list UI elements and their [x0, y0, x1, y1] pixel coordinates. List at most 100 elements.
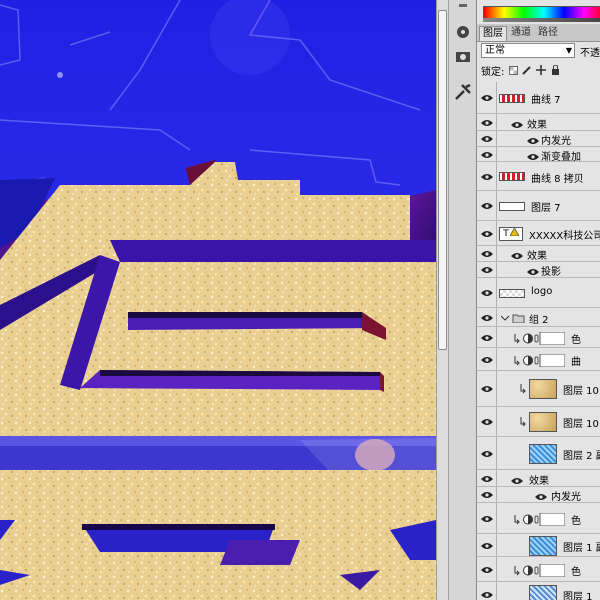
grip-icon [459, 4, 467, 7]
adjustment-layer-row[interactable]: 色 [477, 327, 600, 348]
layer-thumbnail [529, 536, 557, 556]
layer-name: 色 [571, 335, 581, 346]
effect-row[interactable]: 渐变叠加 [477, 147, 600, 163]
eye-icon[interactable] [481, 314, 495, 324]
effect-row[interactable]: 效果 [477, 114, 600, 131]
folder-icon[interactable] [500, 313, 525, 326]
layer-name: 效果 [527, 120, 547, 131]
document-canvas[interactable] [0, 0, 436, 600]
lock-position-icon[interactable] [536, 65, 547, 75]
eye-icon[interactable] [481, 418, 495, 428]
eye-icon[interactable] [481, 491, 495, 501]
layer-row[interactable]: 图层 2 副本 [477, 437, 600, 470]
layer-row[interactable]: 图层 10 [477, 407, 600, 437]
layer-row[interactable]: 图层 1 副本 [477, 534, 600, 557]
effect-row[interactable]: 效果 [477, 470, 600, 487]
eye-icon[interactable] [481, 289, 495, 299]
panel-tabs: 图层 通道 路径 [477, 24, 600, 42]
adjustment-layer-icon [513, 331, 566, 348]
eye-icon[interactable] [511, 475, 523, 485]
layer-thumbnail [499, 94, 525, 103]
layer-row[interactable]: T XXXXX科技公司20 [477, 221, 600, 246]
eye-icon[interactable] [481, 475, 495, 485]
layer-name: 渐变叠加 [541, 152, 581, 163]
histogram-panel-button[interactable] [453, 22, 473, 42]
eye-icon[interactable] [481, 173, 495, 183]
eye-icon[interactable] [481, 202, 495, 212]
layer-thumbnail [529, 585, 557, 600]
layer-row[interactable]: logo [477, 278, 600, 308]
layer-thumbnail [529, 379, 557, 399]
layer-row[interactable]: 图层 10 副 [477, 371, 600, 407]
tool-presets-button[interactable] [453, 82, 473, 102]
eye-icon[interactable] [481, 515, 495, 525]
layer-row[interactable]: 图层 1 [477, 582, 600, 600]
lock-image-pixels-icon[interactable] [522, 65, 532, 75]
eye-icon[interactable] [535, 491, 547, 501]
eye-icon[interactable] [481, 119, 495, 129]
adjustment-layer-row[interactable]: 曲 [477, 348, 600, 371]
layer-group-row[interactable]: 组 2 [477, 308, 600, 327]
layer-row[interactable]: 曲线 7 [477, 82, 600, 114]
artwork [0, 0, 436, 600]
effect-row[interactable]: 投影 [477, 262, 600, 278]
color-ramp-shade [483, 18, 600, 22]
layer-name: 效果 [527, 251, 547, 262]
effect-row[interactable]: 效果 [477, 246, 600, 262]
eye-icon[interactable] [481, 566, 495, 576]
effect-row[interactable]: 内发光 [477, 487, 600, 503]
eye-icon[interactable] [511, 250, 523, 260]
layer-name: 内发光 [551, 492, 581, 503]
layer-name: 色 [571, 567, 581, 578]
clipping-arrow-icon [519, 417, 527, 430]
tab-channels[interactable]: 通道 [508, 26, 534, 40]
lock-transparent-pixels-icon[interactable] [508, 65, 518, 75]
adjustment-layer-row[interactable]: 色 [477, 557, 600, 582]
tools-icon [455, 83, 471, 100]
opacity-label: 不透 [580, 48, 600, 59]
eye-icon[interactable] [527, 135, 539, 145]
lock-label: 锁定: [481, 66, 505, 78]
layer-name: XXXXX科技公司20 [529, 231, 600, 242]
layer-name: 图层 2 副本 [563, 451, 600, 462]
tab-paths[interactable]: 路径 [535, 26, 561, 40]
layer-thumbnail [499, 202, 525, 211]
layer-name: 曲 [571, 357, 581, 368]
layer-row[interactable]: 图层 7 [477, 191, 600, 221]
layer-name: 图层 1 副本 [563, 543, 600, 554]
canvas-vertical-scrollbar[interactable] [436, 0, 448, 600]
lock-all-icon[interactable] [550, 65, 560, 75]
blend-mode-select[interactable]: 正常 ▼ [481, 43, 575, 58]
layer-name: 组 2 [529, 315, 549, 326]
eye-icon[interactable] [527, 151, 539, 161]
camera-icon [456, 52, 470, 62]
dock-handle[interactable] [453, 0, 473, 20]
eye-icon[interactable] [481, 250, 495, 260]
eye-icon[interactable] [511, 119, 523, 129]
eye-icon[interactable] [481, 230, 495, 240]
layer-thumbnail [529, 444, 557, 464]
eye-icon[interactable] [481, 94, 495, 104]
eye-icon[interactable] [481, 542, 495, 552]
chevron-down-icon: ▼ [565, 46, 572, 55]
eye-icon[interactable] [481, 135, 495, 145]
layers-list: 曲线 7效果内发光渐变叠加曲线 8 拷贝图层 7TXXXXX科技公司20效果投影… [477, 82, 600, 600]
eye-icon[interactable] [481, 450, 495, 460]
effect-row[interactable]: 内发光 [477, 131, 600, 147]
eye-icon[interactable] [481, 151, 495, 161]
layer-name: logo [531, 286, 553, 297]
scrollbar-thumb[interactable] [438, 10, 447, 350]
adjustment-layer-icon [513, 512, 566, 529]
layer-row[interactable]: 曲线 8 拷贝 [477, 162, 600, 191]
eye-icon[interactable] [481, 266, 495, 276]
tab-layers[interactable]: 图层 [479, 26, 507, 41]
eye-icon[interactable] [481, 334, 495, 344]
eye-icon[interactable] [481, 591, 495, 600]
adjustment-layer-row[interactable]: 色 [477, 503, 600, 534]
dial-icon [457, 26, 469, 38]
eye-icon[interactable] [481, 356, 495, 366]
eye-icon[interactable] [481, 385, 495, 395]
eye-icon[interactable] [527, 266, 539, 276]
info-panel-button[interactable] [453, 46, 473, 66]
text-layer-icon: T [499, 227, 523, 241]
